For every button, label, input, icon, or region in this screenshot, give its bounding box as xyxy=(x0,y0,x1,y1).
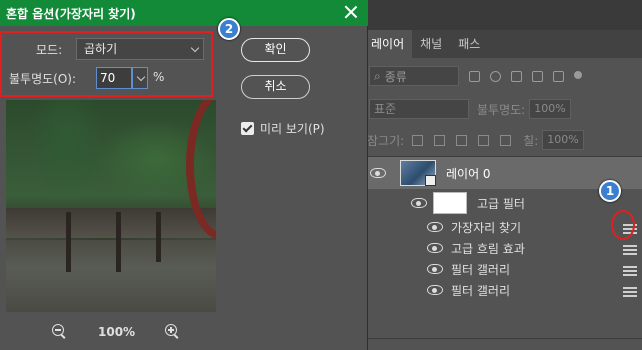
lock-label: 잠그기: xyxy=(367,133,405,148)
preview-checkbox-label: 미리 보기(P) xyxy=(260,122,325,136)
filter-kind-label: 종류 xyxy=(384,69,407,84)
filter-name[interactable]: 필터 갤러리 xyxy=(451,282,510,299)
mode-value: 곱하기 xyxy=(84,42,118,56)
lock-position-icon[interactable] xyxy=(456,134,468,146)
search-icon: ⌕ xyxy=(374,68,381,83)
layer-opacity-label: 불투명도: xyxy=(477,102,526,117)
smart-object-badge-icon xyxy=(425,175,436,186)
zoom-level: 100% xyxy=(98,325,136,339)
filter-name[interactable]: 필터 갤러리 xyxy=(451,261,510,278)
close-icon[interactable] xyxy=(344,5,358,19)
layers-panel: 레이어 채널 패스 ⌕ 종류 표준 불투명도: 100% 잠그기: 칠: 100… xyxy=(362,0,642,350)
filter-name[interactable]: 고급 흐림 효과 xyxy=(451,240,525,257)
smart-filters-label: 고급 필터 xyxy=(477,196,525,211)
chevron-down-icon xyxy=(136,72,146,82)
shape-filter-icon[interactable] xyxy=(532,70,543,82)
filter-mask-thumbnail[interactable] xyxy=(433,192,467,214)
type-filter-icon[interactable] xyxy=(511,70,522,82)
filter-row[interactable]: 필터 갤러리 xyxy=(363,258,642,280)
lock-transparency-icon[interactable] xyxy=(412,134,424,146)
ok-button[interactable]: 확인 xyxy=(241,38,310,62)
lock-artboard-icon[interactable] xyxy=(478,134,490,146)
layers-panel-footer xyxy=(363,338,642,350)
preview-checkbox-row[interactable]: 미리 보기(P) xyxy=(241,120,325,137)
layer-filter-row: ⌕ 종류 xyxy=(363,62,642,90)
filter-eye-icon[interactable] xyxy=(427,222,443,232)
lock-image-icon[interactable] xyxy=(434,134,446,146)
zoom-controls: 100% xyxy=(0,322,230,342)
fill-field[interactable]: 100% xyxy=(542,130,585,150)
tab-layers[interactable]: 레이어 xyxy=(363,30,413,58)
layer-thumbnail xyxy=(400,160,436,186)
filter-type-icons xyxy=(469,70,582,82)
layer-name[interactable]: 레이어 0 xyxy=(446,165,491,182)
layer-blend-row: 표준 불투명도: 100% xyxy=(363,96,642,122)
pixel-filter-icon[interactable] xyxy=(469,70,480,82)
filter-blend-options-icon[interactable] xyxy=(623,243,637,255)
filter-eye-icon[interactable] xyxy=(427,285,443,295)
cancel-button[interactable]: 취소 xyxy=(241,75,310,99)
chevron-down-icon xyxy=(190,43,200,53)
mode-label: 모드: xyxy=(36,43,63,57)
preview-water-shape xyxy=(6,240,216,312)
filter-kind-select[interactable]: ⌕ 종류 xyxy=(369,66,459,86)
opacity-label: 불투명도(O): xyxy=(9,72,77,86)
filter-eye-icon[interactable] xyxy=(427,264,443,274)
blending-options-dialog: 혼합 옵션(가장자리 찾기) 모드: 곱하기 불투명도(O): 70 % 100… xyxy=(0,0,368,350)
layer-blend-mode-select[interactable]: 표준 xyxy=(369,99,469,119)
opacity-dropdown-button[interactable] xyxy=(132,67,148,89)
panel-header-strip xyxy=(363,0,642,30)
preview-post-shape xyxy=(66,212,71,272)
layer-opacity-field[interactable]: 100% xyxy=(529,99,572,119)
filter-name[interactable]: 가장자리 찾기 xyxy=(451,219,521,236)
annotation-badge-2: 2 xyxy=(218,18,240,40)
layer-lock-row: 잠그기: 칠: 100% xyxy=(363,128,642,152)
visibility-eye-icon[interactable] xyxy=(370,168,386,178)
preview-post-shape xyxy=(116,212,121,272)
filter-row[interactable]: 고급 흐림 효과 xyxy=(363,237,642,259)
tab-channels[interactable]: 채널 xyxy=(412,30,450,58)
zoom-out-icon[interactable] xyxy=(52,324,66,338)
dialog-title: 혼합 옵션(가장자리 찾기) xyxy=(6,7,136,21)
tab-paths[interactable]: 패스 xyxy=(450,30,488,58)
opacity-input[interactable]: 70 xyxy=(96,67,132,89)
filter-row[interactable]: 필터 갤러리 xyxy=(363,279,642,301)
preview-image xyxy=(6,100,216,312)
preview-checkbox[interactable] xyxy=(241,122,254,135)
layers-panel-tabs: 레이어 채널 패스 xyxy=(363,30,642,58)
smart-object-filter-icon[interactable] xyxy=(553,70,564,82)
fill-label: 칠: xyxy=(523,133,539,148)
filter-row[interactable]: 가장자리 찾기 xyxy=(363,216,642,238)
smart-filters-eye-icon[interactable] xyxy=(411,198,427,208)
lock-all-icon[interactable] xyxy=(500,134,512,146)
annotation-badge-1: 1 xyxy=(599,180,621,202)
dialog-titlebar[interactable]: 혼합 옵션(가장자리 찾기) xyxy=(0,0,368,26)
annotation-highlight-circle xyxy=(611,210,635,240)
adjustment-filter-icon[interactable] xyxy=(490,70,501,82)
filter-eye-icon[interactable] xyxy=(427,243,443,253)
filter-blend-options-icon[interactable] xyxy=(623,285,637,297)
preview-post-shape xyxy=(156,212,161,262)
lock-icons xyxy=(412,134,512,146)
preview-bridge-shape xyxy=(6,208,216,238)
filter-blend-options-icon[interactable] xyxy=(623,264,637,276)
mode-select[interactable]: 곱하기 xyxy=(76,38,204,60)
opacity-unit: % xyxy=(153,70,165,84)
filter-toggle-icon[interactable] xyxy=(574,70,582,79)
zoom-in-icon[interactable] xyxy=(165,324,179,338)
